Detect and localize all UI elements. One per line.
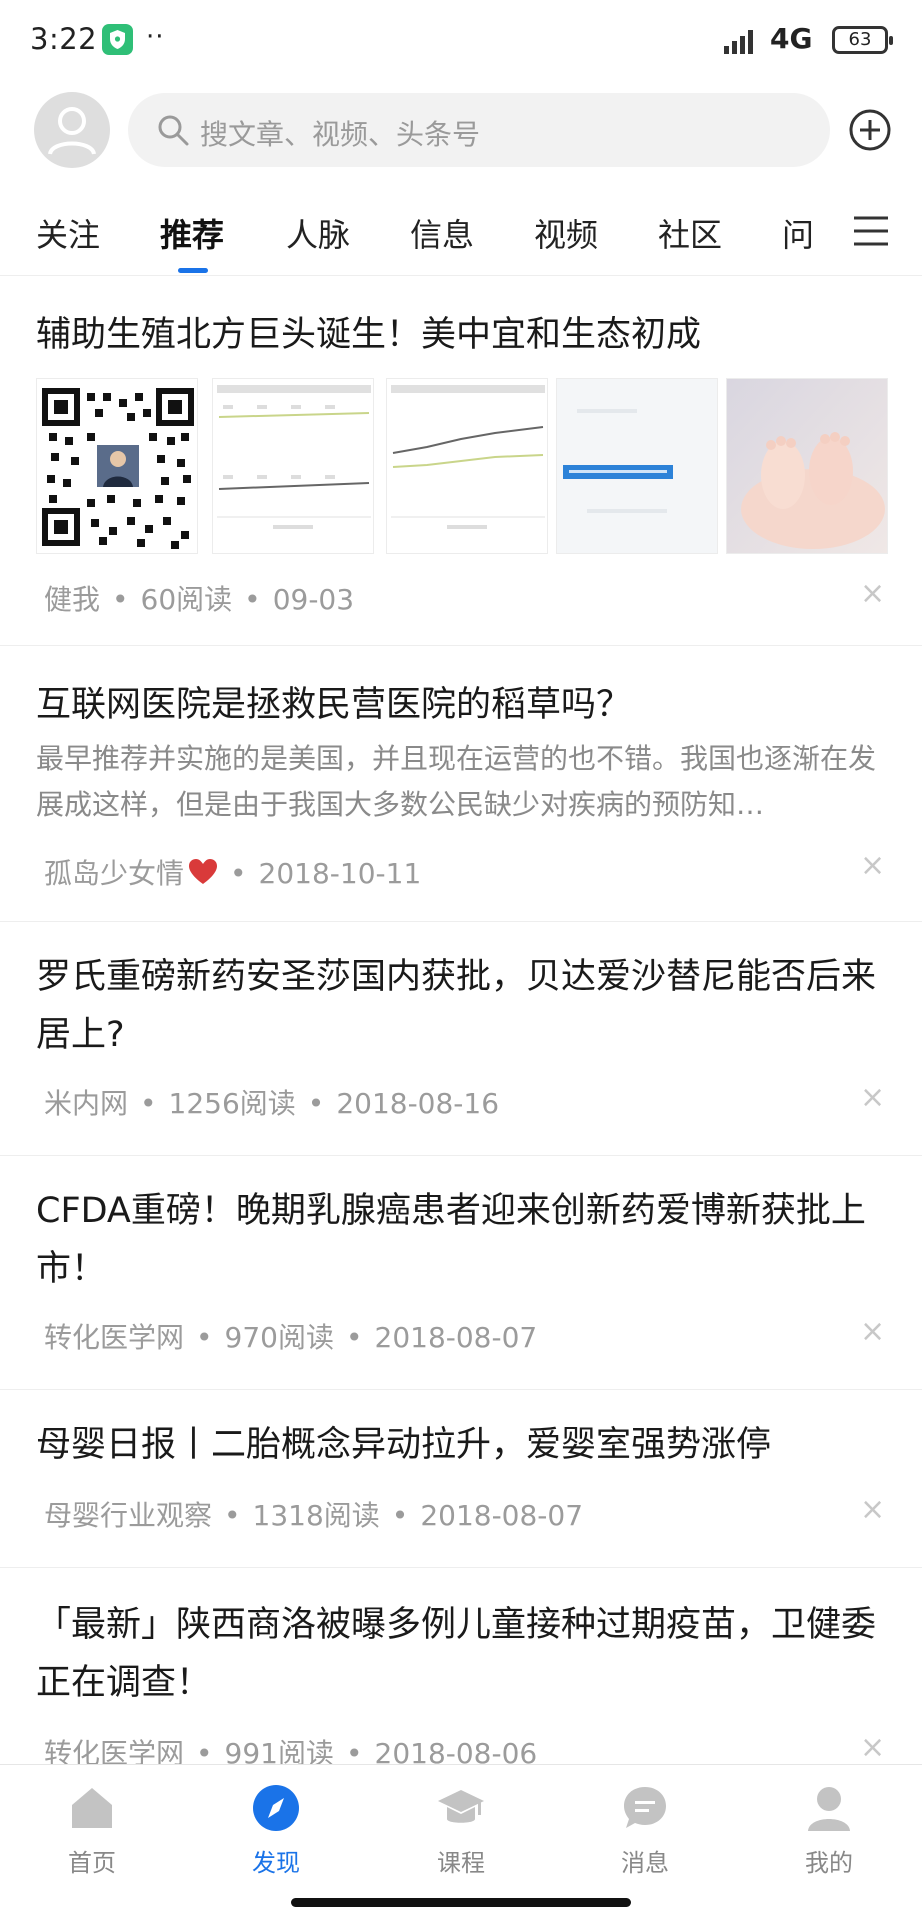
- nav-messages[interactable]: 消息: [585, 1783, 705, 1878]
- heart-icon: [188, 858, 218, 893]
- article-reads: 1256阅读: [168, 1087, 296, 1120]
- article-date: 09-03: [272, 583, 355, 616]
- compass-icon: [251, 1783, 301, 1833]
- article-title[interactable]: 辅助生殖北方巨头诞生！美中宜和生态初成: [36, 306, 894, 364]
- status-dots: ··: [146, 22, 165, 52]
- avatar[interactable]: [34, 92, 110, 168]
- search-bar[interactable]: 搜文章、视频、头条号: [128, 93, 830, 167]
- article-source[interactable]: 健我: [44, 583, 100, 616]
- article-meta: 健我 • 60阅读 • 09-03: [44, 583, 355, 616]
- status-time: 3:22: [30, 22, 98, 56]
- chart-thumbnail: [212, 378, 374, 554]
- list-item[interactable]: 母婴日报丨二胎概念异动拉升，爱婴室强势涨停 母婴行业观察 • 1318阅读 • 2018…: [0, 1390, 922, 1568]
- nav-label: 课程: [437, 1849, 485, 1877]
- article-meta: 孤岛少女情 • 2018-10-11: [44, 852, 421, 893]
- close-icon[interactable]: ×: [860, 1730, 885, 1765]
- shield-app-icon: [102, 24, 133, 55]
- nav-discover[interactable]: 发现: [216, 1783, 336, 1878]
- search-placeholder: 搜文章、视频、头条号: [200, 118, 481, 151]
- nav-home[interactable]: 首页: [32, 1783, 152, 1878]
- article-description: 最早推荐并实施的是美国，并且现在运营的也不错。我国也逐渐在发展成这样，但是由于我…: [36, 742, 877, 821]
- home-indicator[interactable]: [291, 1898, 631, 1907]
- tab-community[interactable]: 社区: [658, 210, 722, 256]
- user-icon: [804, 1783, 854, 1833]
- status-bar: 3:22 ·· 4G 63: [0, 0, 922, 80]
- nav-label: 发现: [252, 1849, 300, 1877]
- article-date: 2018-08-07: [420, 1499, 584, 1532]
- top-header: 搜文章、视频、头条号: [0, 88, 922, 176]
- qr-code-image: [36, 378, 198, 554]
- plus-circle-icon: [849, 109, 891, 151]
- close-icon[interactable]: ×: [860, 848, 885, 883]
- article-title[interactable]: 互联网医院是拯救民营医院的稻草吗？: [36, 676, 894, 734]
- article-meta: 母婴行业观察 • 1318阅读 • 2018-08-07: [44, 1499, 584, 1532]
- tab-ask[interactable]: 问: [782, 210, 814, 256]
- active-tab-indicator: [178, 268, 208, 273]
- article-title[interactable]: 「最新」陕西商洛被曝多例儿童接种过期疫苗，卫健委正在调查！: [36, 1596, 894, 1712]
- tab-video[interactable]: 视频: [534, 210, 598, 256]
- graduation-cap-icon: [436, 1783, 486, 1833]
- menu-icon[interactable]: [852, 214, 890, 248]
- add-button[interactable]: [848, 108, 892, 152]
- article-reads: 970阅读: [224, 1321, 334, 1354]
- chat-icon: [620, 1783, 670, 1833]
- nav-profile[interactable]: 我的: [769, 1783, 889, 1878]
- list-item[interactable]: 「最新」陕西商洛被曝多例儿童接种过期疫苗，卫健委正在调查！ 转化医学网 • 991阅…: [0, 1568, 922, 1770]
- nav-label: 消息: [621, 1849, 669, 1877]
- article-source[interactable]: 米内网: [44, 1087, 128, 1120]
- close-icon[interactable]: ×: [860, 1080, 885, 1115]
- article-thumbnails: [36, 378, 922, 554]
- nav-courses[interactable]: 课程: [401, 1783, 521, 1878]
- close-icon[interactable]: ×: [860, 1314, 885, 1349]
- article-reads: 1318阅读: [252, 1499, 380, 1532]
- article-title[interactable]: CFDA重磅！晚期乳腺癌患者迎来创新药爱博新获批上市！: [36, 1182, 894, 1298]
- tab-recommend[interactable]: 推荐: [160, 210, 224, 256]
- article-title[interactable]: 罗氏重磅新药安圣莎国内获批，贝达爱沙替尼能否后来居上?: [36, 948, 894, 1064]
- banner-thumbnail: [556, 378, 718, 554]
- baby-feet-photo: [726, 378, 888, 554]
- tab-network[interactable]: 人脉: [286, 210, 350, 256]
- close-icon[interactable]: ×: [860, 576, 885, 611]
- article-source[interactable]: 母婴行业观察: [44, 1499, 212, 1532]
- article-source[interactable]: 转化医学网: [44, 1321, 184, 1354]
- article-reads: 60阅读: [140, 583, 233, 616]
- network-type: 4G: [770, 22, 813, 55]
- home-icon: [67, 1783, 117, 1833]
- tab-follow[interactable]: 关注: [36, 210, 100, 256]
- article-meta: 米内网 • 1256阅读 • 2018-08-16: [44, 1087, 500, 1120]
- article-date: 2018-08-16: [336, 1087, 500, 1120]
- bottom-navigation: 首页 发现 课程 消息 我的: [0, 1764, 922, 1920]
- list-item[interactable]: 互联网医院是拯救民营医院的稻草吗？ 最早推荐并实施的是美国，并且现在运营的也不错…: [0, 646, 922, 922]
- article-date: 2018-08-07: [374, 1321, 538, 1354]
- list-item[interactable]: 辅助生殖北方巨头诞生！美中宜和生态初成 健我 • 60阅读 • 09-03 ×: [0, 278, 922, 646]
- search-icon: [156, 113, 190, 147]
- category-tabs: 关注 推荐 人脉 信息 视频 社区 问: [0, 196, 922, 276]
- nav-label: 首页: [68, 1849, 116, 1877]
- signal-icon: [722, 26, 760, 56]
- list-item[interactable]: 罗氏重磅新药安圣莎国内获批，贝达爱沙替尼能否后来居上? 米内网 • 1256阅读 • 2…: [0, 922, 922, 1156]
- article-meta: 转化医学网 • 970阅读 • 2018-08-07: [44, 1321, 538, 1354]
- chart-thumbnail: [386, 378, 548, 554]
- battery-icon: 63: [832, 26, 893, 54]
- list-item[interactable]: CFDA重磅！晚期乳腺癌患者迎来创新药爱博新获批上市！ 转化医学网 • 970阅读 •…: [0, 1156, 922, 1390]
- close-icon[interactable]: ×: [860, 1492, 885, 1527]
- article-title[interactable]: 母婴日报丨二胎概念异动拉升，爱婴室强势涨停: [36, 1416, 894, 1474]
- nav-label: 我的: [805, 1849, 853, 1877]
- article-source[interactable]: 孤岛少女情: [44, 857, 184, 890]
- article-date: 2018-10-11: [258, 857, 422, 890]
- tab-info[interactable]: 信息: [410, 210, 474, 256]
